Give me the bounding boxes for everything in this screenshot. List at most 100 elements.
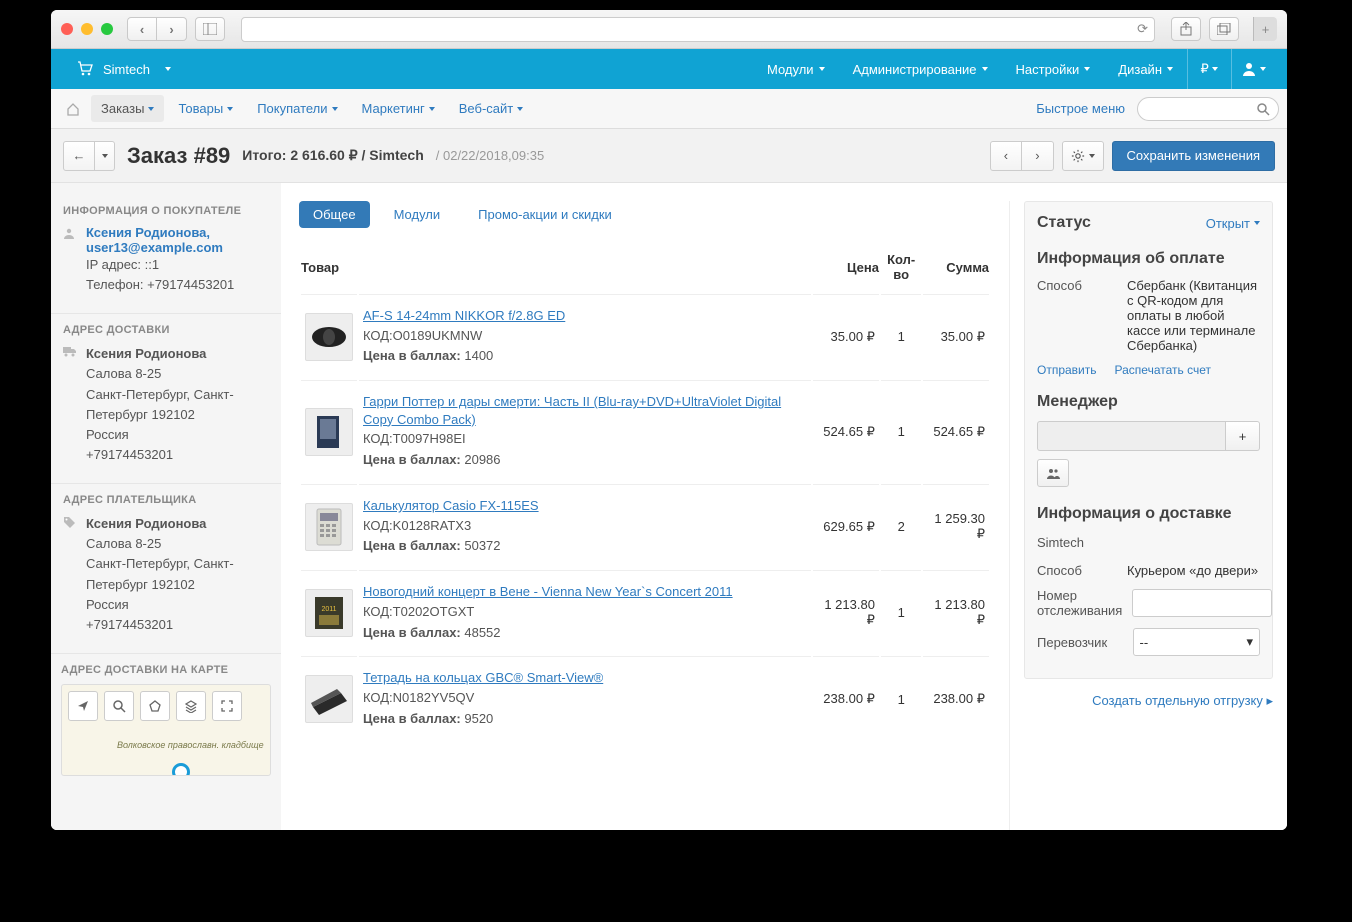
nav-orders[interactable]: Заказы: [91, 95, 164, 122]
nav-modules[interactable]: Модули: [753, 49, 839, 89]
new-tab-button[interactable]: +: [1253, 17, 1277, 41]
carrier-select[interactable]: -- ▾: [1133, 628, 1260, 656]
map[interactable]: Волковское православн. кладбище: [61, 684, 271, 776]
back-button[interactable]: ‹: [127, 17, 157, 41]
next-order-button[interactable]: ›: [1022, 141, 1054, 171]
table-row: AF-S 14-24mm NIKKOR f/2.8G ED КОД:O0189U…: [301, 294, 989, 378]
page-title: Заказ #89: [127, 143, 230, 169]
nav-website[interactable]: Веб-сайт: [449, 95, 533, 122]
brand-dropdown[interactable]: Simtech: [63, 49, 185, 89]
add-manager-button[interactable]: +: [1226, 421, 1260, 451]
currency-dropdown[interactable]: ₽: [1187, 49, 1231, 89]
create-shipment-link[interactable]: Создать отдельную отгрузку ▸: [1024, 693, 1273, 709]
send-payment-link[interactable]: Отправить: [1037, 363, 1097, 377]
quick-menu-link[interactable]: Быстрое меню: [1036, 101, 1125, 116]
nav-administration[interactable]: Администрирование: [839, 49, 1002, 89]
back-to-list-button[interactable]: ←: [63, 141, 95, 171]
manager-title: Менеджер: [1037, 393, 1260, 411]
product-name-link[interactable]: Калькулятор Casio FX-115ES: [363, 498, 539, 513]
customer-name-link[interactable]: Ксения Родионова,: [86, 225, 210, 240]
product-sum: 1 259.30 ₽: [923, 484, 989, 568]
caret-down-icon: [982, 67, 988, 71]
tabs-button[interactable]: [1209, 17, 1239, 41]
sidebar-icon: [203, 23, 217, 35]
ship-phone: +79174453201: [86, 447, 173, 462]
tab-modules[interactable]: Модули: [380, 201, 455, 228]
user-icon: [1241, 61, 1257, 77]
location-arrow-icon: [76, 699, 90, 713]
carrier-label: Перевозчик: [1037, 635, 1123, 650]
page-date: / 02/22/2018,09:35: [436, 148, 544, 163]
tracking-label: Номер отслеживания: [1037, 588, 1122, 618]
product-sum: 524.65 ₽: [923, 380, 989, 482]
managers-list-button[interactable]: [1037, 459, 1069, 487]
map-place-label: Волковское православн. кладбище: [117, 741, 264, 751]
product-thumb: [305, 313, 353, 361]
product-code: КОД:T0097H98EI: [363, 430, 807, 449]
prev-order-button[interactable]: ‹: [990, 141, 1022, 171]
product-code: КОД:N0182YV5QV: [363, 689, 807, 708]
sidebar-toggle-button[interactable]: [195, 17, 225, 41]
status-title: Статус: [1037, 214, 1091, 232]
caret-down-icon: [332, 107, 338, 111]
right-panel: Статус Открыт Информация об оплате Спосо…: [1009, 201, 1287, 830]
map-fullscreen-button[interactable]: [212, 691, 242, 721]
nav-design[interactable]: Дизайн: [1104, 49, 1187, 89]
product-price: 238.00 ₽: [813, 656, 879, 740]
ship-name: Ксения Родионова: [86, 346, 206, 361]
tab-promotions[interactable]: Промо-акции и скидки: [464, 201, 626, 228]
ship-method-label: Способ: [1037, 563, 1117, 578]
product-name-link[interactable]: AF-S 14-24mm NIKKOR f/2.8G ED: [363, 308, 565, 323]
caret-down-icon: [1260, 67, 1266, 71]
tracking-input[interactable]: [1132, 589, 1272, 617]
product-thumb: [305, 503, 353, 551]
close-window-icon[interactable]: [61, 23, 73, 35]
product-points: Цена в баллах: 20986: [363, 451, 807, 470]
bill-country: Россия: [86, 597, 129, 612]
map-layers-button[interactable]: [176, 691, 206, 721]
share-icon: [1180, 22, 1192, 36]
product-name-link[interactable]: Новогодний концерт в Вене - Vienna New Y…: [363, 584, 733, 599]
product-price: 524.65 ₽: [813, 380, 879, 482]
user-dropdown[interactable]: [1231, 49, 1275, 89]
caret-down-icon: [1212, 67, 1218, 71]
map-title: АДРЕС ДОСТАВКИ НА КАРТЕ: [61, 664, 271, 676]
reload-icon[interactable]: ⟳: [1137, 21, 1148, 37]
bill-city: Санкт-Петербург, Санкт-Петербург 192102: [86, 556, 234, 591]
billing-address-card: АДРЕС ПЛАТЕЛЬЩИКА Ксения Родионова Салов…: [51, 484, 281, 654]
tab-general[interactable]: Общее: [299, 201, 370, 228]
back-dropdown-button[interactable]: [95, 141, 115, 171]
product-code: КОД:K0128RATX3: [363, 517, 807, 536]
nav-marketing[interactable]: Маркетинг: [352, 95, 445, 122]
product-sum: 238.00 ₽: [923, 656, 989, 740]
caret-down-icon: [148, 107, 154, 111]
share-button[interactable]: [1171, 17, 1201, 41]
minimize-window-icon[interactable]: [81, 23, 93, 35]
forward-button[interactable]: ›: [157, 17, 187, 41]
address-bar[interactable]: ⟳: [241, 17, 1155, 42]
product-name-link[interactable]: Гарри Поттер и дары смерти: Часть II (Bl…: [363, 394, 781, 427]
print-invoice-link[interactable]: Распечатать счет: [1115, 363, 1211, 377]
nav-products[interactable]: Товары: [168, 95, 243, 122]
browser-chrome: ‹ › ⟳ +: [51, 10, 1287, 49]
product-sum: 1 213.80 ₽: [923, 570, 989, 654]
home-button[interactable]: [59, 95, 87, 123]
map-locate-button[interactable]: [68, 691, 98, 721]
manager-input[interactable]: [1037, 421, 1226, 451]
product-qty: 2: [881, 484, 921, 568]
map-search-button[interactable]: [104, 691, 134, 721]
map-draw-button[interactable]: [140, 691, 170, 721]
table-row: 2011 Новогодний концерт в Вене - Vienna …: [301, 570, 989, 654]
nav-settings[interactable]: Настройки: [1002, 49, 1105, 89]
product-name-link[interactable]: Тетрадь на кольцах GBC® Smart-View®: [363, 670, 603, 685]
expand-icon: [220, 699, 234, 713]
maximize-window-icon[interactable]: [101, 23, 113, 35]
save-button[interactable]: Сохранить изменения: [1112, 141, 1276, 171]
customer-email-link[interactable]: user13@example.com: [86, 240, 223, 255]
actions-gear-button[interactable]: [1062, 141, 1104, 171]
status-dropdown[interactable]: Открыт: [1206, 216, 1260, 231]
quick-search-input[interactable]: [1137, 97, 1279, 121]
nav-customers[interactable]: Покупатели: [247, 95, 347, 122]
home-icon: [66, 102, 80, 116]
order-tabs: Общее Модули Промо-акции и скидки: [299, 201, 991, 228]
